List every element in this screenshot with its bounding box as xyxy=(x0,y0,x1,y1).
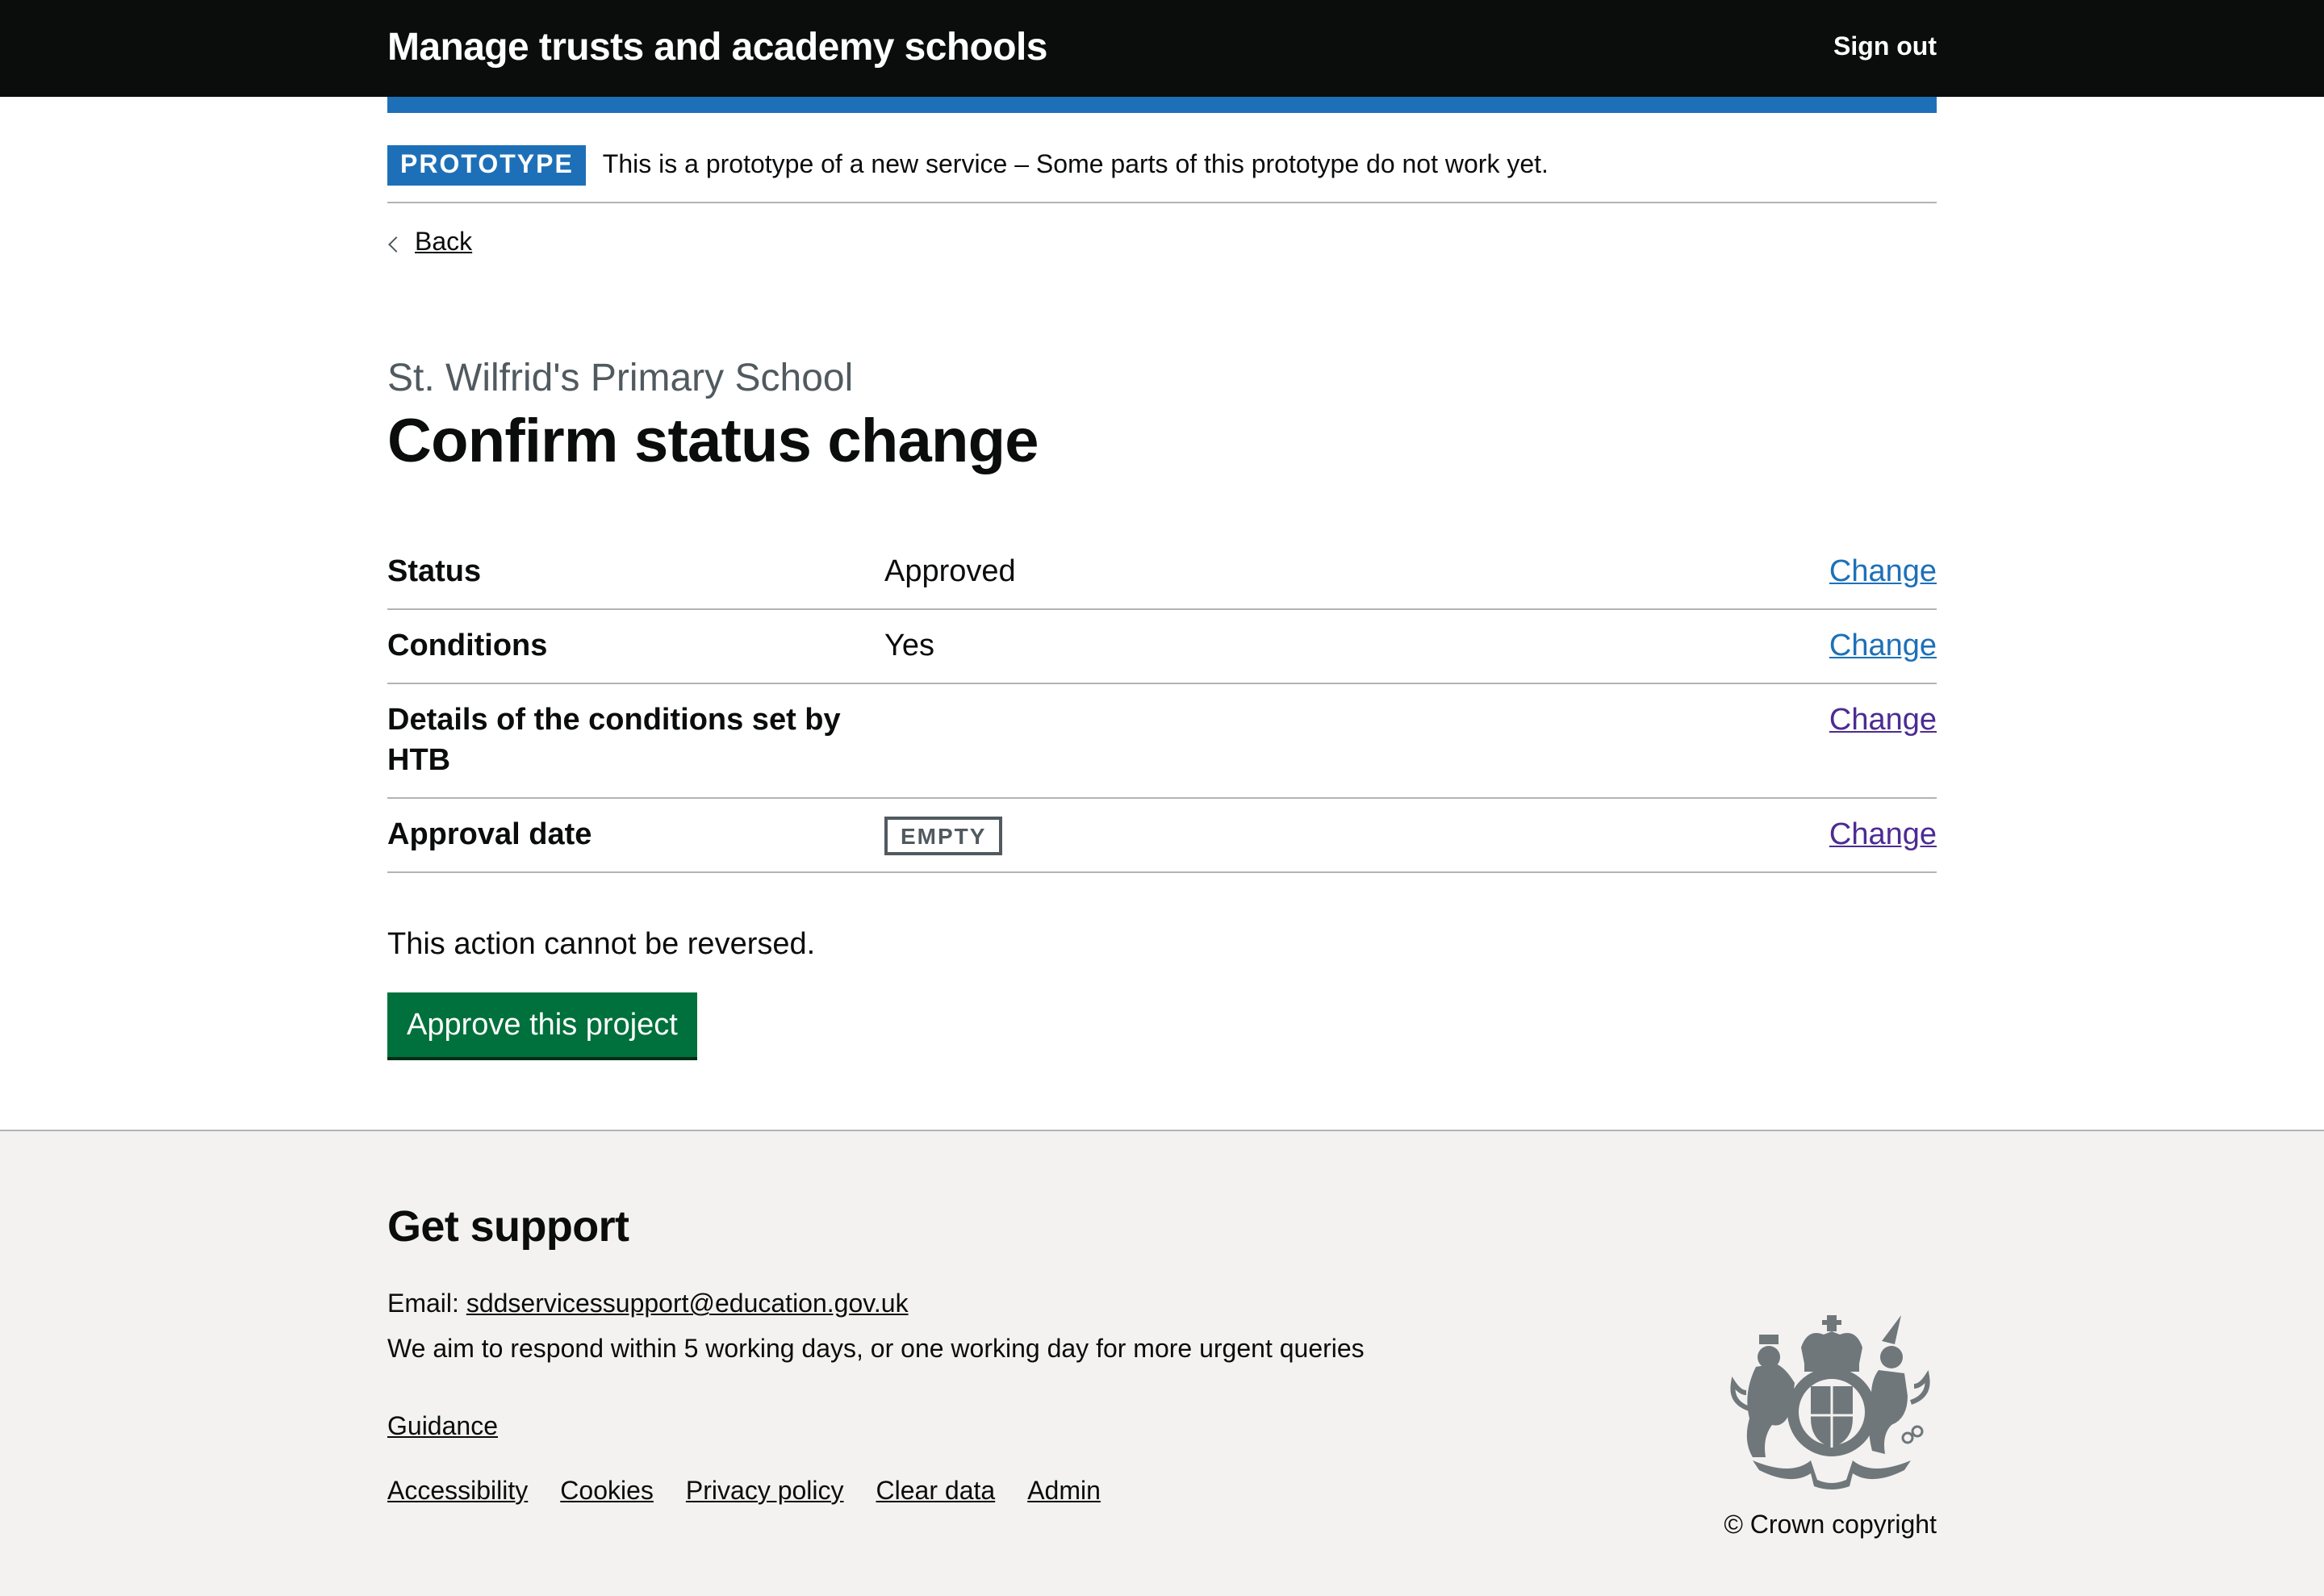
main-container: PROTOTYPE This is a prototype of a new s… xyxy=(387,97,1937,1057)
header-blue-bar xyxy=(387,97,1937,113)
change-condition-details-link[interactable]: Change xyxy=(1829,704,1937,737)
support-email-link[interactable]: sddservicessupport@education.gov.uk xyxy=(466,1291,909,1318)
summary-key: Status xyxy=(387,555,482,589)
footer-link-admin[interactable]: Admin xyxy=(1027,1478,1101,1507)
summary-row-conditions: Conditions Yes Change xyxy=(387,610,1937,684)
back-link[interactable]: Back xyxy=(387,229,472,258)
phase-banner-text: This is a prototype of a new service – S… xyxy=(602,151,1549,178)
summary-row-status: Status Approved Change xyxy=(387,536,1937,610)
change-approval-date-link[interactable]: Change xyxy=(1829,818,1937,852)
summary-row-approval-date: Approval date EMPTY Change xyxy=(387,799,1937,873)
summary-value xyxy=(884,700,1829,781)
royal-coat-of-arms-icon xyxy=(1711,1312,1937,1498)
summary-value: EMPTY xyxy=(884,815,1829,855)
back-link-label: Back xyxy=(415,229,473,257)
summary-value: Approved xyxy=(884,555,1016,589)
crown-copyright: © Crown copyright xyxy=(1724,1512,1937,1540)
page-caption: St. Wilfrid's Primary School xyxy=(387,357,854,400)
change-status-link[interactable]: Change xyxy=(1829,555,1937,589)
summary-list: Status Approved Change Conditions Yes Ch… xyxy=(387,536,1937,873)
irreversible-notice: This action cannot be reversed. xyxy=(387,928,816,962)
summary-key: Conditions xyxy=(387,629,548,663)
site-header: Manage trusts and academy schools Sign o… xyxy=(0,0,2324,97)
summary-key: Details of the conditions set by HTB xyxy=(387,704,841,778)
footer-link-accessibility[interactable]: Accessibility xyxy=(387,1478,528,1507)
footer-link-clear-data[interactable]: Clear data xyxy=(876,1478,996,1507)
footer-link-privacy-policy[interactable]: Privacy policy xyxy=(686,1478,844,1507)
page-title: Confirm status change xyxy=(387,408,1039,476)
sign-out-link[interactable]: Sign out xyxy=(1833,34,1937,63)
approve-project-button[interactable]: Approve this project xyxy=(387,992,697,1057)
footer-heading: Get support xyxy=(387,1202,629,1251)
change-conditions-link[interactable]: Change xyxy=(1829,629,1937,663)
footer-link-cookies[interactable]: Cookies xyxy=(560,1478,654,1507)
summary-row-condition-details: Details of the conditions set by HTB Cha… xyxy=(387,684,1937,799)
footer-response-text: We aim to respond within 5 working days,… xyxy=(387,1336,1365,1364)
phase-tag: PROTOTYPE xyxy=(387,145,587,186)
site-footer: Get support Email: sddservicessupport@ed… xyxy=(0,1130,2324,1596)
footer-email-line: Email: sddservicessupport@education.gov.… xyxy=(387,1288,1937,1323)
summary-value: Yes xyxy=(884,629,934,663)
footer-links: Accessibility Cookies Privacy policy Cle… xyxy=(387,1478,1937,1507)
service-name-link[interactable]: Manage trusts and academy schools xyxy=(387,26,1047,71)
empty-tag: EMPTY xyxy=(884,817,1003,855)
phase-banner: PROTOTYPE This is a prototype of a new s… xyxy=(387,129,1937,203)
email-label: Email: xyxy=(387,1291,466,1318)
chevron-left-icon xyxy=(388,236,404,252)
summary-key: Approval date xyxy=(387,818,592,852)
guidance-link[interactable]: Guidance xyxy=(387,1414,498,1443)
